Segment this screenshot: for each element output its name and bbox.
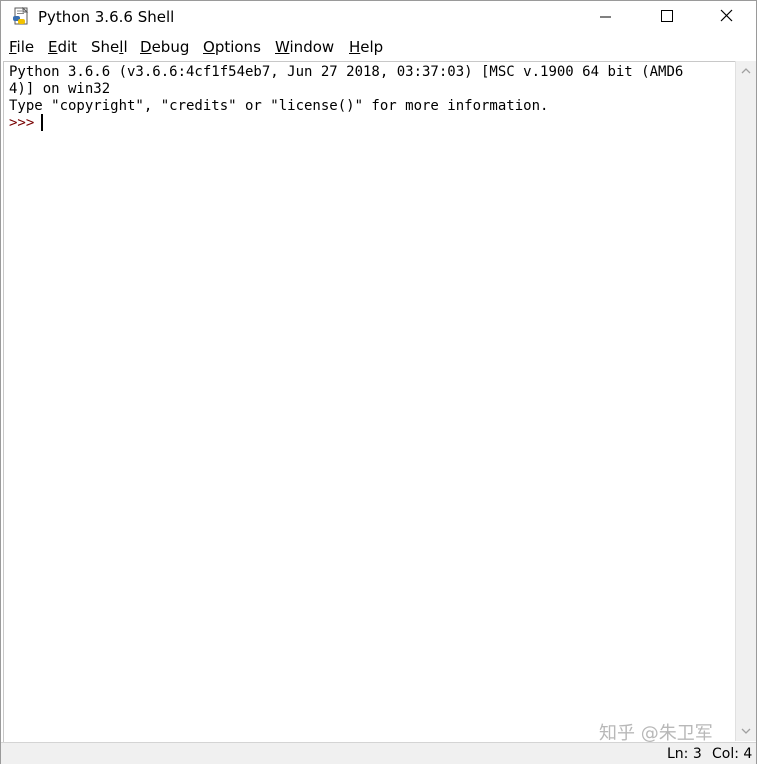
minimize-button[interactable]	[578, 1, 636, 33]
scroll-up-icon	[741, 68, 751, 74]
idle-shell-window: Python 3.6.6 Shell File Edit Shell Debug…	[0, 0, 757, 764]
status-column: Col: 4	[712, 746, 753, 762]
menu-help[interactable]: Help	[349, 38, 383, 56]
shell-prompt: >>>	[9, 115, 43, 131]
menu-debug[interactable]: Debug	[140, 38, 189, 56]
maximize-button[interactable]	[638, 1, 696, 33]
status-line: Ln: 3	[667, 746, 702, 762]
menu-options[interactable]: Options	[203, 38, 261, 56]
menu-shell[interactable]: Shell	[91, 38, 128, 56]
window-title: Python 3.6.6 Shell	[38, 8, 175, 26]
status-bar: Ln: 3 Col: 4	[1, 742, 756, 764]
minimize-icon	[600, 16, 611, 18]
menu-edit[interactable]: Edit	[48, 38, 77, 56]
close-icon	[720, 9, 733, 22]
menu-window[interactable]: Window	[275, 38, 334, 56]
shell-text-area[interactable]: Python 3.6.6 (v3.6.6:4cf1f54eb7, Jun 27 …	[3, 61, 735, 742]
menu-file[interactable]: File	[9, 38, 34, 56]
scroll-down-icon	[741, 728, 751, 734]
vertical-scrollbar[interactable]	[735, 61, 756, 741]
text-cursor	[41, 114, 43, 131]
maximize-icon	[661, 10, 673, 22]
menu-bar: File Edit Shell Debug Options Window Hel…	[1, 34, 756, 60]
python-idle-icon	[12, 6, 31, 27]
title-bar[interactable]: Python 3.6.6 Shell	[1, 1, 756, 33]
close-button[interactable]	[698, 1, 756, 33]
prompt-line: >>>	[9, 115, 43, 132]
shell-output: Python 3.6.6 (v3.6.6:4cf1f54eb7, Jun 27 …	[9, 64, 684, 114]
